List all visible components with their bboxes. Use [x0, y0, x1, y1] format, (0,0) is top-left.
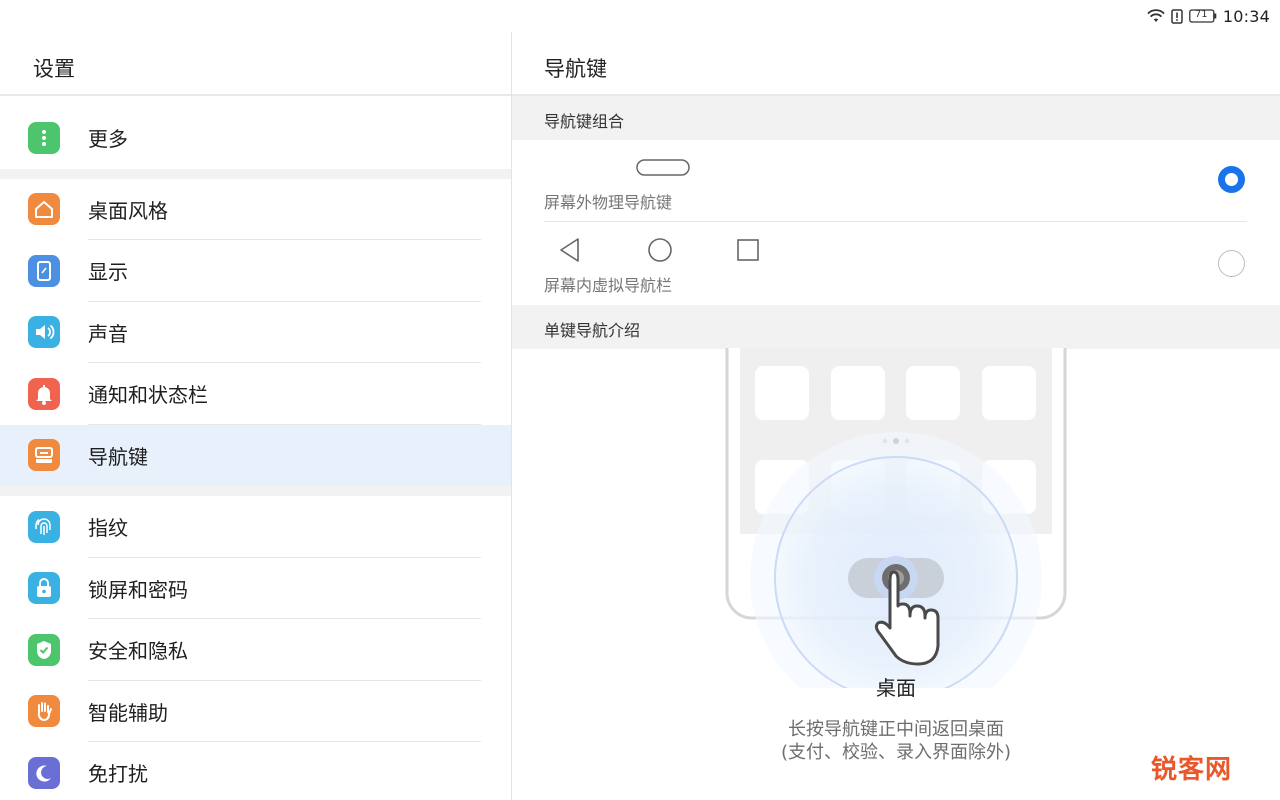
sidebar-item-desktop-style[interactable]: 桌面风格: [0, 179, 511, 240]
sidebar-item-label: 更多: [88, 127, 128, 152]
physical-home-key-icon: [636, 159, 690, 176]
wifi-icon: [1147, 9, 1165, 23]
sidebar-item-label: 智能辅助: [88, 700, 168, 725]
section-title: 导航键组合: [544, 112, 625, 131]
sidebar-item-label: 指纹: [88, 516, 128, 541]
option-virtual-nav-bar[interactable]: 屏幕内虚拟导航栏: [512, 222, 1280, 304]
radio-physical-selected[interactable]: [1218, 166, 1245, 193]
sidebar-item-smart-assist[interactable]: 智能辅助: [0, 681, 511, 742]
sidebar-item-sound[interactable]: 声音: [0, 302, 511, 363]
sidebar-item-display[interactable]: 显示: [0, 240, 511, 302]
sidebar-item-label: 声音: [88, 321, 128, 346]
group-divider: [0, 168, 511, 179]
status-bar-right: 71 10:34: [1147, 6, 1270, 26]
option-label: 屏幕外物理导航键: [544, 193, 673, 212]
moon-icon: [28, 756, 60, 789]
back-triangle-icon: [560, 238, 579, 262]
option-physical-nav-key[interactable]: 屏幕外物理导航键: [512, 140, 1280, 222]
option-label: 屏幕内虚拟导航栏: [544, 276, 673, 295]
shield-icon: [28, 633, 60, 666]
settings-menu: 更多 桌面风格 显示 声音 通知和状态栏 导航键 指纹 锁屏和密码 安全和隐私 …: [0, 107, 511, 800]
more-dots-icon: [28, 121, 60, 154]
sidebar-item-lock-screen[interactable]: 锁屏和密码: [0, 558, 511, 619]
sidebar-item-label: 通知和状态栏: [88, 383, 208, 408]
settings-list-pane: 设置 更多 桌面风格 显示 声音 通知和状态栏 导航键 指纹 锁屏和密码 安全和…: [0, 32, 511, 800]
group-divider: [0, 486, 511, 496]
detail-title: 导航键: [544, 57, 607, 81]
sidebar-item-label: 桌面风格: [88, 198, 168, 223]
sidebar-item-label: 显示: [88, 260, 128, 285]
title-divider: [0, 94, 511, 96]
sidebar-item-navigation-key[interactable]: 导航键: [0, 424, 511, 486]
sidebar-item-more[interactable]: 更多: [0, 107, 511, 169]
display-icon: [28, 254, 60, 287]
page-title: 设置: [33, 57, 75, 81]
battery-icon: 71: [1189, 9, 1217, 23]
battery-level: 71: [1194, 9, 1208, 20]
alert-icon: [1171, 8, 1183, 24]
illustration-title: 桌面: [876, 676, 916, 700]
home-circle-icon: [648, 238, 672, 262]
section-title: 单键导航介绍: [544, 321, 641, 340]
status-time: 10:34: [1222, 6, 1270, 26]
lock-icon: [28, 572, 60, 605]
sidebar-item-do-not-disturb[interactable]: 免打扰: [0, 742, 511, 800]
site-watermark: 锐客网: [1150, 755, 1232, 785]
sidebar-item-fingerprint[interactable]: 指纹: [0, 496, 511, 558]
sidebar-item-label: 锁屏和密码: [88, 577, 188, 602]
sidebar-item-security-privacy[interactable]: 安全和隐私: [0, 619, 511, 681]
sidebar-item-label: 安全和隐私: [88, 639, 188, 664]
section-header-intro: 单键导航介绍: [512, 305, 1280, 349]
speaker-icon: [28, 316, 60, 349]
section-header-combo: 导航键组合: [512, 96, 1280, 140]
sidebar-item-label: 导航键: [88, 444, 148, 469]
sidebar-item-label: 免打扰: [88, 762, 148, 787]
fingerprint-icon: [28, 510, 60, 543]
status-bar: 71 10:34: [0, 0, 1280, 32]
sidebar-item-notifications[interactable]: 通知和状态栏: [0, 363, 511, 425]
navigation-key-icon: [28, 439, 60, 472]
navigation-key-detail-pane: 导航键 导航键组合 屏幕外物理导航键 屏幕内虚拟导航栏 单键导航介绍 桌面 长按…: [512, 32, 1280, 800]
bell-icon: [28, 377, 60, 410]
hand-icon: [28, 695, 60, 728]
home-icon: [28, 193, 60, 226]
radio-virtual-unselected[interactable]: [1218, 250, 1245, 277]
single-key-navigation-illustration: [725, 348, 1067, 688]
recents-square-icon: [737, 239, 759, 261]
